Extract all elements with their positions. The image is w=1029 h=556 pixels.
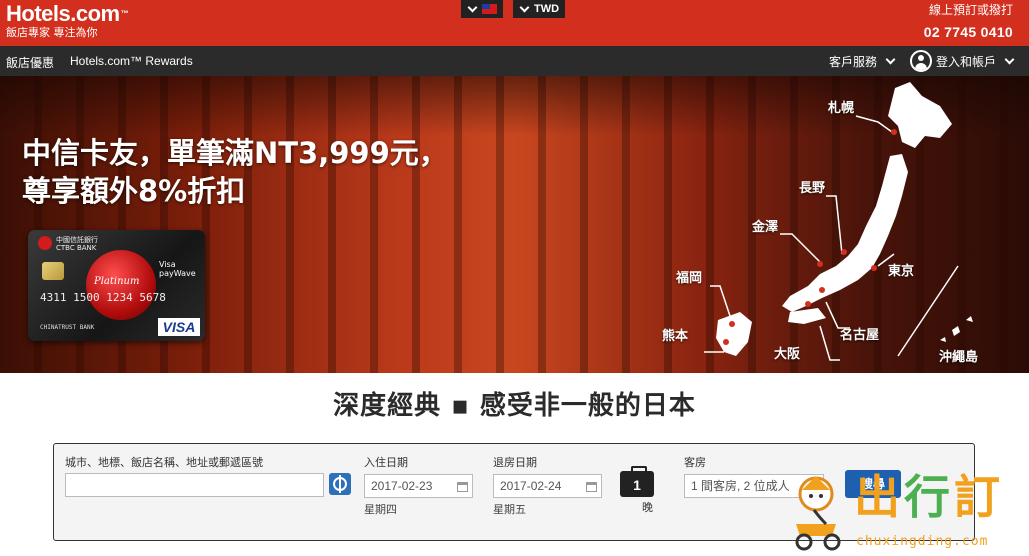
phone-label: 線上預訂或撥打	[928, 3, 1013, 17]
paywave-label: Visa payWave	[159, 260, 196, 278]
phone-number[interactable]: 02 7745 0410	[924, 24, 1013, 40]
login-label: 登入和帳戶	[935, 54, 996, 69]
kyushu-shape	[716, 312, 752, 356]
account-menu[interactable]: 登入和帳戶	[909, 50, 1015, 72]
card-number: 4311 1500 1234 5678	[40, 291, 166, 304]
logo-tm: ™	[120, 9, 129, 18]
checkin-date-value: 2017-02-23	[371, 479, 433, 493]
chevron-down-icon	[885, 54, 896, 64]
hotels-logo[interactable]: Hotels.com™ 飯店專家 專注為你	[6, 1, 129, 40]
hokkaido-shape	[888, 82, 952, 148]
mascot-icon	[795, 476, 841, 551]
bank-logo-icon	[38, 236, 52, 250]
map-label-osaka: 大阪	[774, 347, 801, 362]
watermark-url: chuxingding.com	[856, 534, 989, 549]
nav-hotel-deals[interactable]: 飯店優惠	[6, 54, 54, 71]
phone-area: 線上預訂或撥打 02 7745 0410	[924, 3, 1013, 40]
map-label-nagano: 長野	[799, 181, 826, 196]
map-label-fukuoka: 福岡	[676, 271, 703, 286]
nights-count: 1	[620, 466, 654, 497]
visa-logo: VISA	[158, 318, 200, 336]
promo-banner[interactable]: 中信卡友，單筆滿NT3,999元， 尊享額外8%折扣 中國信託銀行 CTBC B…	[0, 76, 1029, 373]
bank-name: 中國信託銀行	[56, 236, 98, 244]
chevron-down-icon	[1004, 54, 1015, 64]
destination-input[interactable]	[65, 473, 324, 497]
page-title: 深度經典 ▪ 感受非一般的日本	[333, 391, 696, 421]
promo-title-line2: 尊享額外8%折扣	[22, 174, 246, 208]
map-label-kumamoto: 熊本	[662, 329, 689, 344]
credit-card-image: 中國信託銀行 CTBC BANK Platinum Visa payWave 4…	[28, 230, 205, 341]
user-icon	[909, 50, 932, 72]
destination-label: 城市、地標、飯店名稱、地址或郵遞區號	[65, 456, 263, 469]
top-bar: Hotels.com™ 飯店專家 專注為你 TWD 線上預訂或撥打 02 774…	[0, 0, 1029, 46]
card-holder: CHINATRUST BANK	[40, 324, 95, 331]
nights-unit: 晚	[642, 501, 653, 514]
japan-map-svg	[704, 82, 973, 361]
okinawa-shape	[940, 316, 973, 342]
currency-label: TWD	[534, 3, 560, 15]
chuxingding-watermark: 出行訂 chuxingding.com	[782, 470, 1029, 556]
locale-selector: TWD	[461, 0, 566, 18]
nav-rewards[interactable]: Hotels.com™ Rewards	[70, 54, 193, 71]
customer-service-label: 客戶服務	[828, 54, 877, 69]
map-label-okinawa: 沖繩島	[939, 350, 979, 365]
japan-map: 札幌 長野 金澤 東京 福岡 熊本 名古屋 大阪 沖繩島	[640, 76, 1029, 373]
map-label-nagoya: 名古屋	[840, 328, 880, 343]
customer-service-menu[interactable]: 客戶服務	[828, 53, 896, 70]
chevron-down-icon	[467, 2, 478, 12]
map-label-tokyo: 東京	[888, 264, 915, 279]
logo-text: Hotels.com	[6, 1, 120, 26]
platinum-label: Platinum	[94, 276, 140, 287]
locate-icon[interactable]	[329, 473, 351, 495]
watermark-title: 出行訂	[854, 470, 1004, 524]
promo-title: 中信卡友，單筆滿NT3,999元， 尊享額外8%折扣	[22, 134, 448, 210]
checkout-date-value: 2017-02-24	[500, 479, 562, 493]
currency-selector[interactable]: TWD	[513, 0, 566, 18]
bank-name-en: CTBC BANK	[56, 244, 97, 252]
promo-title-line1: 中信卡友，單筆滿NT3,999元，	[22, 136, 448, 170]
logo-slogan: 飯店專家 專注為你	[6, 26, 98, 39]
main-nav: 飯店優惠 Hotels.com™ Rewards 客戶服務 登入和帳戶	[0, 46, 1029, 76]
checkin-weekday: 星期四	[364, 503, 397, 516]
country-selector[interactable]	[461, 0, 503, 18]
rooms-label: 客房	[684, 456, 706, 469]
map-label-sapporo: 札幌	[828, 101, 855, 116]
calendar-icon	[457, 482, 468, 492]
taiwan-flag-icon	[482, 4, 497, 14]
calendar-icon	[586, 482, 597, 492]
chevron-down-icon	[519, 2, 530, 12]
checkin-label: 入住日期	[364, 456, 408, 469]
checkout-weekday: 星期五	[493, 503, 526, 516]
card-chip-icon	[42, 262, 64, 280]
checkin-date-input[interactable]: 2017-02-23	[364, 474, 473, 498]
checkout-label: 退房日期	[493, 456, 537, 469]
map-label-kanazawa: 金澤	[752, 220, 779, 235]
checkout-date-input[interactable]: 2017-02-24	[493, 474, 602, 498]
